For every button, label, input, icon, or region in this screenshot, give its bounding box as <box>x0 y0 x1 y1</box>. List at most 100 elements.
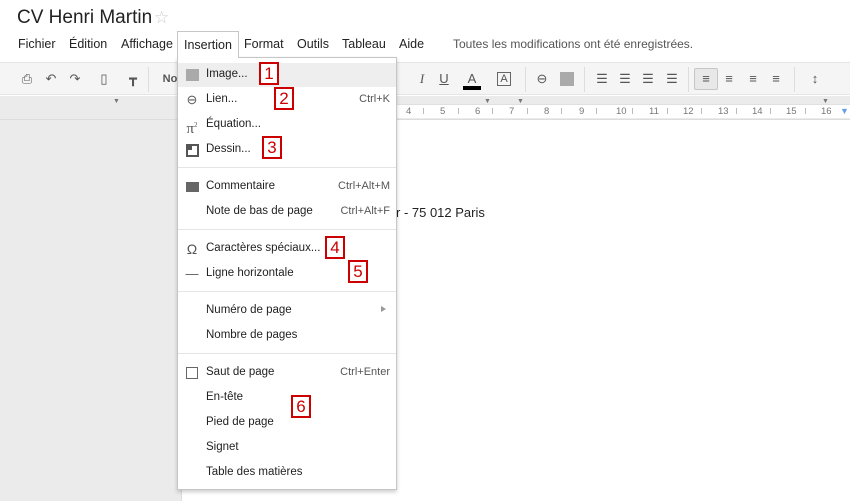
ruler-tick <box>596 108 597 114</box>
menu-insertion[interactable]: Insertion <box>177 31 239 58</box>
menu-item-label: Signet <box>206 441 239 453</box>
redo-icon[interactable]: ↷ <box>66 70 84 88</box>
callout-5: 5 <box>348 260 368 283</box>
menu-item-table-of-contents[interactable]: Table des matières <box>178 461 396 485</box>
toolbar-separator <box>794 67 795 92</box>
menubar: Fichier Édition Affichage Insertion Form… <box>0 31 850 58</box>
italic-icon[interactable]: I <box>413 70 431 88</box>
numbered-list-icon[interactable]: ☰ <box>593 70 611 88</box>
ruler-number: 4 <box>406 106 412 117</box>
menu-aide[interactable]: Aide <box>399 37 424 51</box>
toolbar-separator <box>688 67 689 92</box>
menu-item-footnote[interactable]: Note de bas de page Ctrl+Alt+F <box>178 200 396 224</box>
submenu-arrow-icon <box>381 306 386 312</box>
ruler-tick <box>770 108 771 114</box>
menu-item-page-count[interactable]: Nombre de pages <box>178 324 396 348</box>
menu-item-comment[interactable]: Commentaire Ctrl+Alt+M <box>178 175 396 199</box>
ruler-tick <box>667 108 668 114</box>
toolbar-separator <box>148 67 149 92</box>
callout-2: 2 <box>274 87 294 110</box>
image-icon[interactable] <box>560 72 574 86</box>
ruler-number: 9 <box>579 106 585 117</box>
line-spacing-icon[interactable]: ↕ <box>806 70 824 88</box>
ruler-tick <box>561 108 562 114</box>
document-title[interactable]: CV Henri Martin <box>17 7 152 29</box>
menu-item-footer[interactable]: Pied de page <box>178 411 396 435</box>
menu-affichage[interactable]: Affichage <box>121 37 173 51</box>
collapse-arrow-icon[interactable]: ▼ <box>113 98 120 105</box>
underline-icon[interactable]: U <box>435 70 453 88</box>
callout-3: 3 <box>262 136 282 159</box>
left-margin-area <box>0 120 182 501</box>
ruler-number: 5 <box>440 106 446 117</box>
align-center-icon[interactable]: ≡ <box>720 70 738 88</box>
menu-item-special-characters[interactable]: Ω Caractères spéciaux... <box>178 237 396 261</box>
text-color-swatch <box>463 86 481 90</box>
paint-roller-icon[interactable]: ┳ <box>124 70 142 88</box>
text-color-icon[interactable]: A <box>463 70 481 90</box>
menu-item-label: Nombre de pages <box>206 329 298 341</box>
ruler-number: 13 <box>718 106 729 117</box>
menu-format[interactable]: Format <box>244 37 284 51</box>
ruler-tick <box>632 108 633 114</box>
menu-separator <box>178 229 396 230</box>
ruler-tick <box>423 108 424 114</box>
menu-item-label: Saut de page <box>206 366 275 378</box>
menu-item-bookmark[interactable]: Signet <box>178 436 396 460</box>
menu-item-label: En-tête <box>206 391 244 403</box>
right-indent-marker-icon[interactable]: ▼ <box>840 106 849 116</box>
drawing-icon <box>184 142 200 158</box>
link-icon: ⊖ <box>186 92 198 107</box>
menu-tableau[interactable]: Tableau <box>342 37 386 51</box>
paint-format-icon[interactable]: ▯ <box>95 70 113 88</box>
undo-icon[interactable]: ↶ <box>42 70 60 88</box>
menu-item-label: Image... <box>206 68 248 80</box>
document-text[interactable]: r - 75 012 Paris <box>396 205 485 220</box>
bulleted-list-icon[interactable]: ☰ <box>616 70 634 88</box>
menu-item-shortcut: Ctrl+Alt+F <box>340 205 390 217</box>
menu-item-label: Table des matières <box>206 466 303 478</box>
menu-outils[interactable]: Outils <box>297 37 329 51</box>
ruler-number: 12 <box>683 106 694 117</box>
menu-item-label: Équation... <box>206 118 261 130</box>
image-icon <box>184 67 200 83</box>
ruler-tick <box>458 108 459 114</box>
menu-item-page-break[interactable]: Saut de page Ctrl+Enter <box>178 361 396 385</box>
menu-item-image[interactable]: Image... <box>178 63 396 87</box>
menu-item-label: Note de bas de page <box>206 205 313 217</box>
decrease-indent-icon[interactable]: ☰ <box>639 70 657 88</box>
ruler-number: 14 <box>752 106 763 117</box>
menu-item-header[interactable]: En-tête <box>178 386 396 410</box>
menu-separator <box>178 291 396 292</box>
callout-1: 1 <box>259 62 279 85</box>
menu-item-label: Pied de page <box>206 416 274 428</box>
menu-item-label: Caractères spéciaux... <box>206 242 321 254</box>
menu-item-drawing[interactable]: Dessin... <box>178 138 396 162</box>
menu-separator <box>178 353 396 354</box>
save-status: Toutes les modifications ont été enregis… <box>453 37 694 51</box>
star-icon[interactable]: ☆ <box>154 8 169 28</box>
link-icon[interactable]: ⊖ <box>533 70 551 88</box>
justify-icon[interactable]: ≡ <box>767 70 785 88</box>
ruler-number: 11 <box>649 106 659 117</box>
horizontal-line-icon: — <box>185 266 199 281</box>
menu-item-shortcut: Ctrl+Alt+M <box>338 180 390 192</box>
menu-item-page-number[interactable]: Numéro de page <box>178 299 396 323</box>
menu-item-equation[interactable]: π2 Équation... <box>178 113 396 137</box>
ruler-tick <box>805 108 806 114</box>
ruler[interactable]: 4 5 6 7 8 9 10 11 12 13 14 15 16 ▼ <box>396 104 850 118</box>
menu-edition[interactable]: Édition <box>69 37 107 51</box>
align-left-icon[interactable]: ≡ <box>697 70 715 88</box>
ruler-tick <box>527 108 528 114</box>
ruler-number: 8 <box>544 106 550 117</box>
toolbar-separator <box>584 67 585 92</box>
menu-fichier[interactable]: Fichier <box>18 37 56 51</box>
increase-indent-icon[interactable]: ☰ <box>663 70 681 88</box>
menu-item-shortcut: Ctrl+K <box>359 93 390 105</box>
menu-item-label: Numéro de page <box>206 304 292 316</box>
menu-item-label: Commentaire <box>206 180 276 192</box>
comment-icon <box>184 179 200 195</box>
align-right-icon[interactable]: ≡ <box>744 70 762 88</box>
highlight-color-icon[interactable]: A <box>497 72 511 86</box>
print-icon[interactable]: ⎙ <box>18 70 36 88</box>
